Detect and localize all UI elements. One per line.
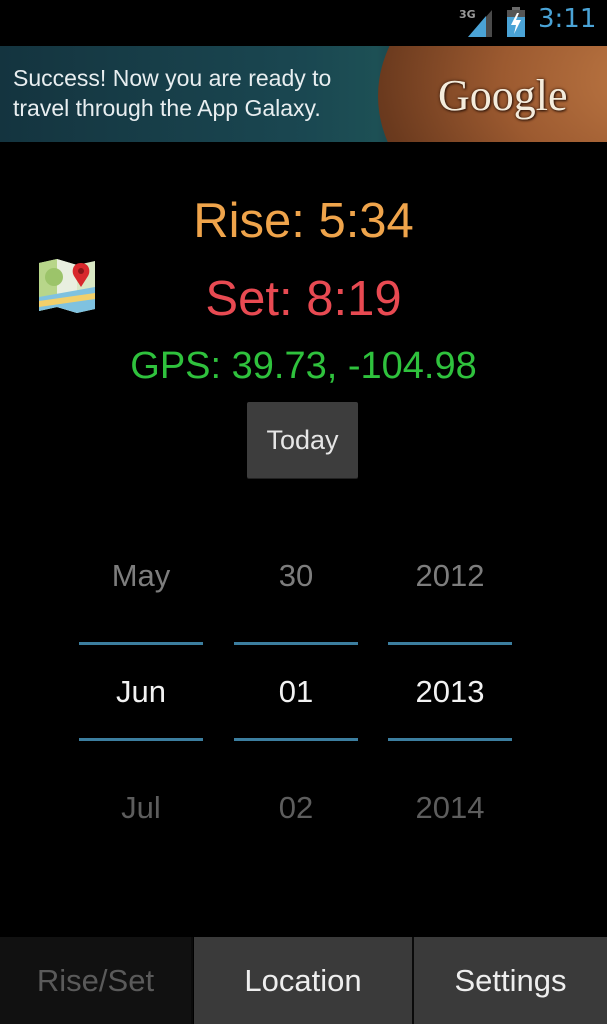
ad-message: Success! Now you are ready to travel thr…	[13, 63, 331, 123]
selection-divider-top	[388, 642, 512, 645]
sunrise-time: Rise: 5:34	[193, 194, 414, 248]
today-button[interactable]: Today	[247, 402, 358, 478]
selection-divider-bottom	[234, 738, 358, 741]
year-current[interactable]: 2013	[388, 674, 512, 710]
ad-message-line-2: travel through the App Galaxy.	[13, 95, 321, 121]
selection-divider-bottom	[79, 738, 203, 741]
google-logo: Google	[438, 71, 568, 120]
day-current[interactable]: 01	[234, 674, 358, 710]
ad-banner[interactable]: Success! Now you are ready to travel thr…	[0, 46, 607, 142]
gps-coordinates: GPS: 39.73, -104.98	[130, 345, 477, 387]
year-picker[interactable]: 2012 2013 2014	[388, 540, 512, 850]
selection-divider-top	[79, 642, 203, 645]
day-prev[interactable]: 30	[234, 558, 358, 594]
selection-divider-bottom	[388, 738, 512, 741]
tab-settings[interactable]: Settings	[414, 937, 607, 1024]
month-next[interactable]: Jul	[79, 790, 203, 826]
tab-divider	[191, 937, 193, 1024]
month-picker[interactable]: May Jun Jul	[79, 540, 203, 850]
signal-icon	[468, 10, 492, 37]
ad-message-line-1: Success! Now you are ready to	[13, 65, 332, 91]
network-signal-indicator: 3G	[458, 6, 494, 38]
battery-charging-icon	[507, 7, 525, 37]
status-bar: 3G 3:11	[0, 0, 607, 45]
year-next[interactable]: 2014	[388, 790, 512, 826]
day-picker[interactable]: 30 01 02	[234, 540, 358, 850]
tab-rise-set[interactable]: Rise/Set	[0, 937, 191, 1024]
clock-time: 3:11	[538, 4, 597, 34]
month-current[interactable]: Jun	[79, 674, 203, 710]
bottom-tab-bar: Rise/Set Location Settings	[0, 937, 607, 1024]
month-prev[interactable]: May	[79, 558, 203, 594]
tab-location[interactable]: Location	[194, 937, 412, 1024]
year-prev[interactable]: 2012	[388, 558, 512, 594]
selection-divider-top	[234, 642, 358, 645]
day-next[interactable]: 02	[234, 790, 358, 826]
sunset-time: Set: 8:19	[205, 272, 402, 326]
